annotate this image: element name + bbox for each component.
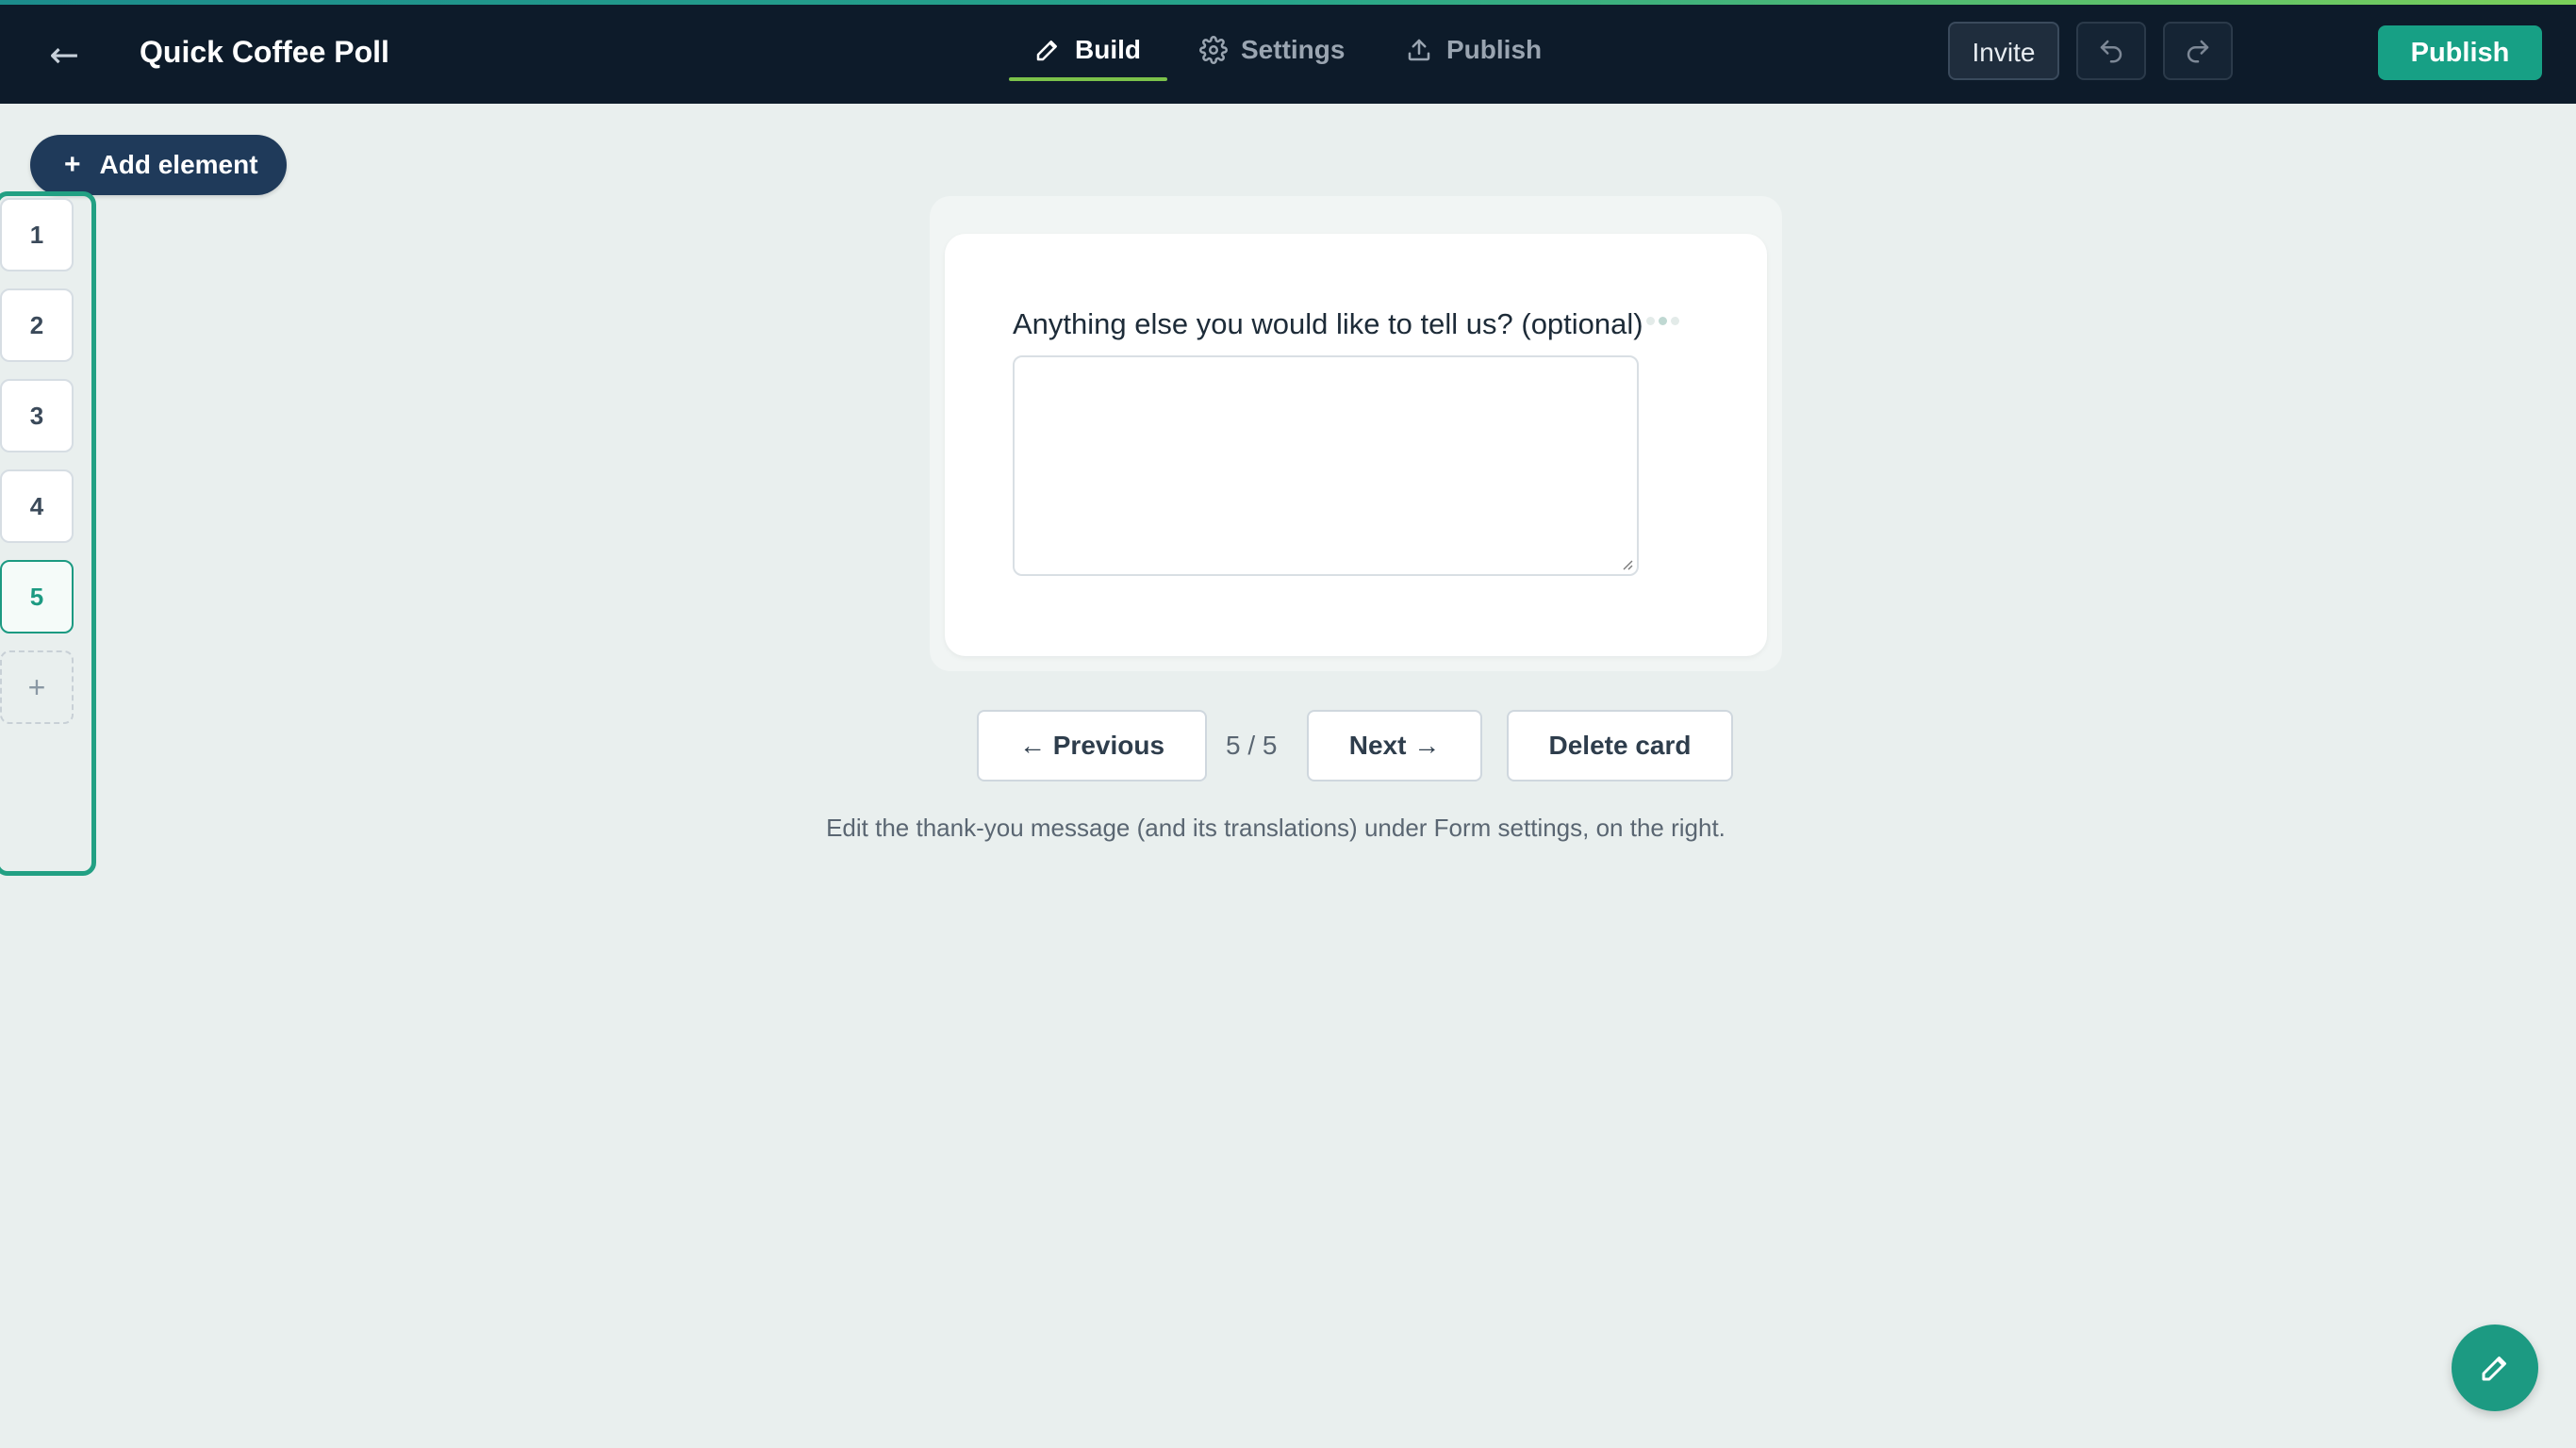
step-1[interactable]: 1 xyxy=(0,198,74,272)
tab-publish-label: Publish xyxy=(1446,35,1543,64)
tab-settings-label: Settings xyxy=(1241,35,1346,64)
pencil-icon xyxy=(1036,41,1057,61)
add-element-button[interactable]: + Add element xyxy=(30,135,287,195)
active-tab-underline xyxy=(1009,77,1167,81)
answer-textarea[interactable] xyxy=(1013,355,1639,576)
back-arrow-icon[interactable]: ← xyxy=(45,32,83,77)
undo-button[interactable] xyxy=(2076,22,2146,80)
tab-publish[interactable]: Publish xyxy=(1405,28,1542,72)
redo-button[interactable] xyxy=(2163,22,2233,80)
add-step-button[interactable]: + xyxy=(0,650,74,724)
redo-icon xyxy=(2187,40,2209,63)
gear-icon xyxy=(1199,36,1228,64)
next-button[interactable]: Next → xyxy=(1307,710,1482,782)
add-element-label: Add element xyxy=(99,150,258,179)
pencil-icon xyxy=(2482,1357,2506,1381)
invite-button[interactable]: Invite xyxy=(1948,22,2059,80)
upload-icon xyxy=(1408,39,1430,61)
resize-grip-icon xyxy=(1623,560,1633,570)
previous-button[interactable]: ← Previous xyxy=(977,710,1207,782)
accent-stripe xyxy=(0,0,2576,5)
step-5[interactable]: 5 xyxy=(0,560,74,634)
tab-build-label: Build xyxy=(1075,35,1141,64)
plus-icon: + xyxy=(64,149,81,180)
form-title: Quick Coffee Poll xyxy=(140,35,389,69)
tab-settings[interactable]: Settings xyxy=(1199,28,1345,72)
edit-fab-button[interactable] xyxy=(2452,1325,2538,1411)
hint-text: Edit the thank-you message (and its tran… xyxy=(826,814,1726,842)
card-counter: 5 / 5 xyxy=(1226,731,1278,760)
question-label: Anything else you would like to tell us?… xyxy=(1013,307,1643,340)
tab-build[interactable]: Build xyxy=(1033,28,1141,72)
undo-icon xyxy=(2100,40,2122,63)
loading-dots-icon xyxy=(1646,317,1679,325)
delete-card-button[interactable]: Delete card xyxy=(1507,710,1733,782)
step-2[interactable]: 2 xyxy=(0,288,74,362)
step-4[interactable]: 4 xyxy=(0,469,74,543)
publish-button[interactable]: Publish xyxy=(2378,25,2542,80)
step-3[interactable]: 3 xyxy=(0,379,74,452)
